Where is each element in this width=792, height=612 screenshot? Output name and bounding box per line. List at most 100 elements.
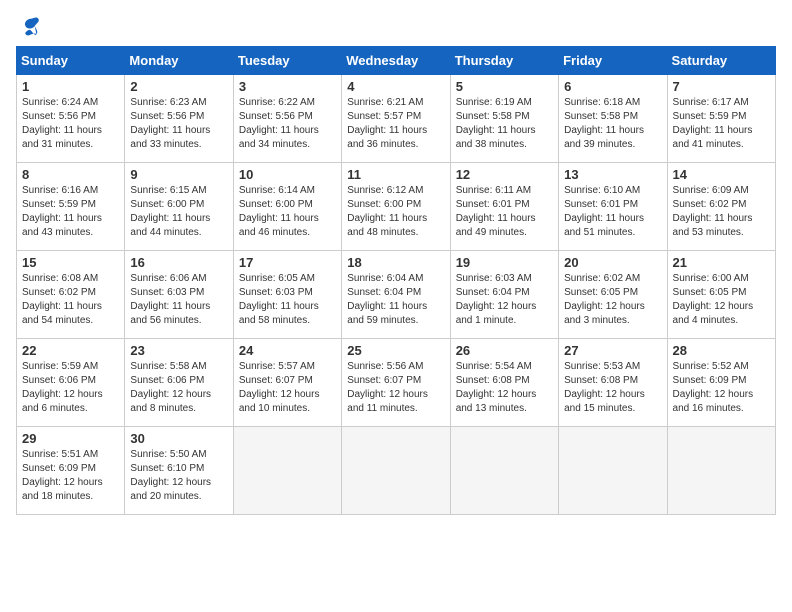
day-number: 18: [347, 255, 444, 270]
day-info: Sunrise: 6:09 AMSunset: 6:02 PMDaylight:…: [673, 184, 770, 240]
day-number: 29: [22, 431, 119, 446]
day-number: 17: [239, 255, 336, 270]
day-number: 10: [239, 167, 336, 182]
calendar-day-cell: 18 Sunrise: 6:04 AMSunset: 6:04 PMDayligh…: [342, 251, 450, 339]
day-info: Sunrise: 5:58 AMSunset: 6:06 PMDaylight:…: [130, 360, 227, 416]
day-info: Sunrise: 5:57 AMSunset: 6:07 PMDaylight:…: [239, 360, 336, 416]
calendar-day-cell: 8 Sunrise: 6:16 AMSunset: 5:59 PMDaylight…: [17, 163, 125, 251]
day-info: Sunrise: 6:24 AMSunset: 5:56 PMDaylight:…: [22, 96, 119, 152]
day-number: 4: [347, 79, 444, 94]
day-number: 25: [347, 343, 444, 358]
day-info: Sunrise: 6:06 AMSunset: 6:03 PMDaylight:…: [130, 272, 227, 328]
day-info: Sunrise: 6:10 AMSunset: 6:01 PMDaylight:…: [564, 184, 661, 240]
day-info: Sunrise: 6:21 AMSunset: 5:57 PMDaylight:…: [347, 96, 444, 152]
day-number: 16: [130, 255, 227, 270]
day-number: 21: [673, 255, 770, 270]
day-number: 20: [564, 255, 661, 270]
day-info: Sunrise: 6:15 AMSunset: 6:00 PMDaylight:…: [130, 184, 227, 240]
day-info: Sunrise: 6:03 AMSunset: 6:04 PMDaylight:…: [456, 272, 553, 328]
calendar-day-header: Friday: [559, 47, 667, 75]
calendar-day-cell: [233, 427, 341, 515]
logo: [16, 16, 44, 38]
calendar-header-row: SundayMondayTuesdayWednesdayThursdayFrid…: [17, 47, 776, 75]
calendar-day-cell: 2 Sunrise: 6:23 AMSunset: 5:56 PMDaylight…: [125, 75, 233, 163]
day-number: 3: [239, 79, 336, 94]
day-number: 13: [564, 167, 661, 182]
calendar-day-cell: 17 Sunrise: 6:05 AMSunset: 6:03 PMDayligh…: [233, 251, 341, 339]
day-number: 2: [130, 79, 227, 94]
day-info: Sunrise: 6:08 AMSunset: 6:02 PMDaylight:…: [22, 272, 119, 328]
calendar-day-cell: 20Sunrise: 6:02 AMSunset: 6:05 PMDayligh…: [559, 251, 667, 339]
calendar-day-header: Thursday: [450, 47, 558, 75]
calendar-day-cell: 3Sunrise: 6:22 AMSunset: 5:56 PMDaylight…: [233, 75, 341, 163]
day-number: 12: [456, 167, 553, 182]
day-number: 5: [456, 79, 553, 94]
day-info: Sunrise: 6:11 AMSunset: 6:01 PMDaylight:…: [456, 184, 553, 240]
day-info: Sunrise: 6:00 AMSunset: 6:05 PMDaylight:…: [673, 272, 770, 328]
calendar-day-cell: 10 Sunrise: 6:14 AMSunset: 6:00 PMDayligh…: [233, 163, 341, 251]
calendar-day-cell: 25 Sunrise: 5:56 AMSunset: 6:07 PMDayligh…: [342, 339, 450, 427]
day-info: Sunrise: 6:19 AMSunset: 5:58 PMDaylight:…: [456, 96, 553, 152]
day-info: Sunrise: 6:18 AMSunset: 5:58 PMDaylight:…: [564, 96, 661, 152]
day-number: 6: [564, 79, 661, 94]
day-number: 9: [130, 167, 227, 182]
day-info: Sunrise: 5:53 AMSunset: 6:08 PMDaylight:…: [564, 360, 661, 416]
calendar-day-cell: 5 Sunrise: 6:19 AMSunset: 5:58 PMDaylight…: [450, 75, 558, 163]
calendar-day-header: Sunday: [17, 47, 125, 75]
page-header: [16, 16, 776, 38]
day-info: Sunrise: 6:12 AMSunset: 6:00 PMDaylight:…: [347, 184, 444, 240]
calendar-body: 1Sunrise: 6:24 AMSunset: 5:56 PMDaylight…: [17, 75, 776, 515]
day-info: Sunrise: 5:52 AMSunset: 6:09 PMDaylight:…: [673, 360, 770, 416]
calendar-day-cell: 19 Sunrise: 6:03 AMSunset: 6:04 PMDayligh…: [450, 251, 558, 339]
calendar-day-cell: 24Sunrise: 5:57 AMSunset: 6:07 PMDayligh…: [233, 339, 341, 427]
day-number: 23: [130, 343, 227, 358]
day-number: 14: [673, 167, 770, 182]
day-info: Sunrise: 5:56 AMSunset: 6:07 PMDaylight:…: [347, 360, 444, 416]
day-info: Sunrise: 6:17 AMSunset: 5:59 PMDaylight:…: [673, 96, 770, 152]
calendar-day-cell: [667, 427, 775, 515]
day-info: Sunrise: 6:23 AMSunset: 5:56 PMDaylight:…: [130, 96, 227, 152]
calendar-day-cell: [559, 427, 667, 515]
day-info: Sunrise: 5:59 AMSunset: 6:06 PMDaylight:…: [22, 360, 119, 416]
calendar-day-header: Saturday: [667, 47, 775, 75]
calendar-day-cell: 15 Sunrise: 6:08 AMSunset: 6:02 PMDayligh…: [17, 251, 125, 339]
day-number: 8: [22, 167, 119, 182]
day-info: Sunrise: 6:16 AMSunset: 5:59 PMDaylight:…: [22, 184, 119, 240]
day-number: 28: [673, 343, 770, 358]
calendar-day-header: Wednesday: [342, 47, 450, 75]
day-number: 15: [22, 255, 119, 270]
calendar-day-cell: 30 Sunrise: 5:50 AMSunset: 6:10 PMDayligh…: [125, 427, 233, 515]
calendar-day-cell: 22 Sunrise: 5:59 AMSunset: 6:06 PMDayligh…: [17, 339, 125, 427]
calendar-week-row: 1Sunrise: 6:24 AMSunset: 5:56 PMDaylight…: [17, 75, 776, 163]
day-number: 30: [130, 431, 227, 446]
day-number: 27: [564, 343, 661, 358]
calendar-week-row: 8 Sunrise: 6:16 AMSunset: 5:59 PMDaylight…: [17, 163, 776, 251]
day-info: Sunrise: 5:51 AMSunset: 6:09 PMDaylight:…: [22, 448, 119, 504]
day-info: Sunrise: 5:54 AMSunset: 6:08 PMDaylight:…: [456, 360, 553, 416]
day-number: 11: [347, 167, 444, 182]
calendar-table: SundayMondayTuesdayWednesdayThursdayFrid…: [16, 46, 776, 515]
day-info: Sunrise: 6:05 AMSunset: 6:03 PMDaylight:…: [239, 272, 336, 328]
calendar-week-row: 22 Sunrise: 5:59 AMSunset: 6:06 PMDayligh…: [17, 339, 776, 427]
calendar-day-cell: 6 Sunrise: 6:18 AMSunset: 5:58 PMDaylight…: [559, 75, 667, 163]
calendar-day-cell: [342, 427, 450, 515]
calendar-day-cell: 28 Sunrise: 5:52 AMSunset: 6:09 PMDayligh…: [667, 339, 775, 427]
day-info: Sunrise: 6:14 AMSunset: 6:00 PMDaylight:…: [239, 184, 336, 240]
calendar-day-cell: 16 Sunrise: 6:06 AMSunset: 6:03 PMDayligh…: [125, 251, 233, 339]
calendar-day-header: Tuesday: [233, 47, 341, 75]
day-number: 19: [456, 255, 553, 270]
calendar-day-cell: 1Sunrise: 6:24 AMSunset: 5:56 PMDaylight…: [17, 75, 125, 163]
calendar-day-cell: [450, 427, 558, 515]
calendar-day-cell: 9 Sunrise: 6:15 AMSunset: 6:00 PMDaylight…: [125, 163, 233, 251]
calendar-day-cell: 7 Sunrise: 6:17 AMSunset: 5:59 PMDaylight…: [667, 75, 775, 163]
day-number: 22: [22, 343, 119, 358]
calendar-day-cell: 29 Sunrise: 5:51 AMSunset: 6:09 PMDayligh…: [17, 427, 125, 515]
calendar-day-cell: 21 Sunrise: 6:00 AMSunset: 6:05 PMDayligh…: [667, 251, 775, 339]
day-number: 26: [456, 343, 553, 358]
logo-bird-icon: [20, 16, 42, 38]
calendar-day-cell: 12 Sunrise: 6:11 AMSunset: 6:01 PMDayligh…: [450, 163, 558, 251]
day-info: Sunrise: 6:04 AMSunset: 6:04 PMDaylight:…: [347, 272, 444, 328]
calendar-day-header: Monday: [125, 47, 233, 75]
day-info: Sunrise: 5:50 AMSunset: 6:10 PMDaylight:…: [130, 448, 227, 504]
day-number: 7: [673, 79, 770, 94]
